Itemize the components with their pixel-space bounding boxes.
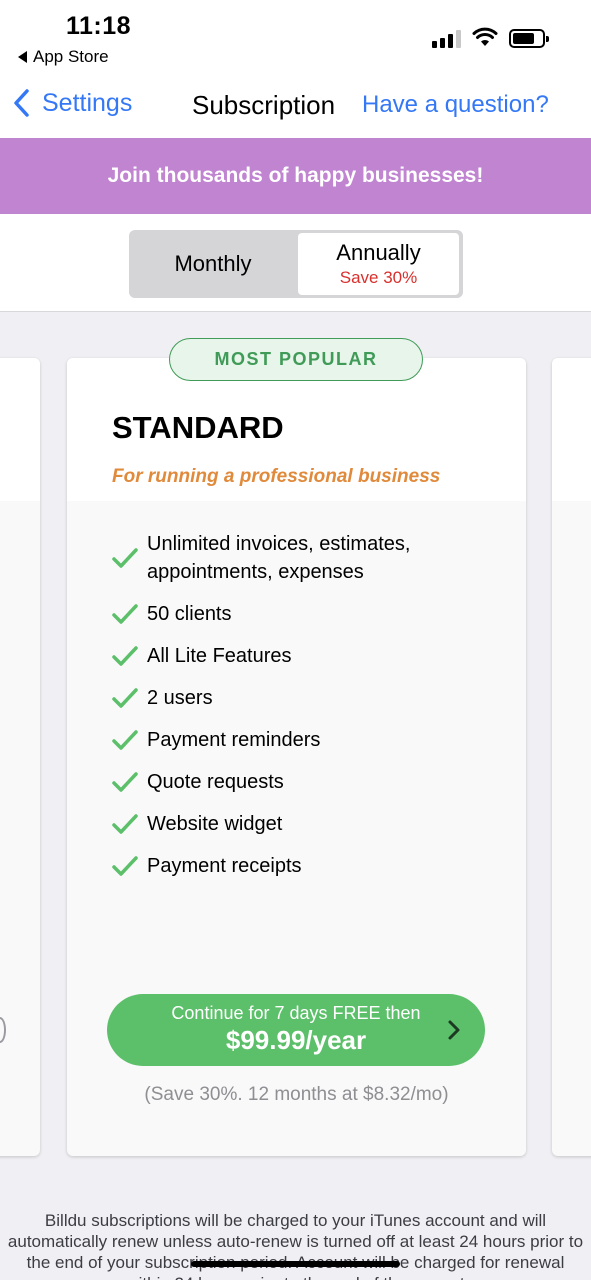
feature-item: All Lite Features: [112, 642, 502, 670]
checkmark-icon: [112, 730, 138, 750]
feature-item: Website widget: [112, 810, 502, 838]
standard-plan-card: STANDARD For running a professional busi…: [67, 358, 526, 1156]
feature-text: Payment reminders: [147, 729, 321, 751]
feature-text: Payment receipts: [147, 855, 302, 877]
annually-segment[interactable]: Annually Save 30%: [298, 233, 459, 295]
checkmark-icon: [112, 814, 138, 834]
banner-text: Join thousands of happy businesses!: [107, 164, 484, 187]
back-triangle-icon: [18, 51, 27, 63]
settings-back-button[interactable]: Settings: [12, 88, 132, 118]
page-title: Subscription: [192, 90, 336, 120]
promo-banner: Join thousands of happy businesses!: [0, 138, 591, 214]
monthly-segment[interactable]: Monthly: [129, 230, 297, 298]
cellular-signal-icon: [432, 30, 461, 48]
feature-item: Payment reminders: [112, 726, 502, 754]
feature-text: All Lite Features: [147, 645, 292, 667]
feature-text: Unlimited invoices, estimates, appointme…: [147, 533, 411, 583]
have-a-question-link[interactable]: Have a question?: [362, 91, 549, 119]
billing-period-area: Monthly Annually Save 30%: [0, 214, 591, 312]
plans-carousel[interactable]: STANDARD For running a professional busi…: [0, 312, 591, 1280]
annually-label: Annually: [336, 240, 421, 265]
chevron-left-icon: [14, 89, 29, 117]
feature-text: Website widget: [147, 813, 283, 835]
feature-item: 2 users: [112, 684, 502, 712]
checkmark-icon: [112, 772, 138, 792]
checkmark-icon: [112, 856, 138, 876]
battery-icon: [509, 29, 549, 48]
billing-period-toggle: Monthly Annually Save 30%: [129, 230, 463, 298]
checkmark-icon: [112, 548, 138, 568]
plan-tagline: For running a professional business: [112, 466, 441, 487]
wifi-icon: [472, 27, 498, 46]
chevron-right-icon: [448, 1020, 460, 1040]
back-label: Settings: [42, 88, 133, 117]
plan-name: STANDARD: [112, 410, 284, 445]
start-free-trial-button[interactable]: Continue for 7 days FREE then $99.99/yea…: [107, 994, 485, 1066]
cta-price-label: $99.99/year: [225, 1025, 367, 1055]
feature-text: 50 clients: [147, 603, 232, 625]
most-popular-badge: MOST POPULAR: [169, 338, 423, 381]
checkmark-icon: [112, 646, 138, 666]
annual-save-label: Save 30%: [339, 268, 418, 287]
subscription-legal-text: Billdu subscriptions will be charged to …: [7, 1211, 584, 1280]
feature-list: Unlimited invoices, estimates, appointme…: [112, 530, 502, 894]
feature-item: Payment receipts: [112, 852, 502, 880]
feature-item: Quote requests: [112, 768, 502, 796]
status-time: 11:18: [66, 12, 132, 40]
back-to-app-store[interactable]: App Store: [18, 47, 109, 67]
checkmark-icon: [112, 604, 138, 624]
back-app-label: App Store: [33, 47, 109, 66]
next-plan-card[interactable]: [552, 358, 591, 1156]
status-bar: 11:18 App Store: [0, 0, 591, 74]
previous-plan-card[interactable]: [0, 358, 40, 1156]
feature-item: Unlimited invoices, estimates, appointme…: [112, 530, 502, 586]
feature-text: 2 users: [147, 687, 213, 709]
monthly-label: Monthly: [174, 251, 252, 276]
feature-text: Quote requests: [147, 771, 284, 793]
cta-trial-label: Continue for 7 days FREE then: [171, 1003, 421, 1023]
price-note: (Save 30%. 12 months at $8.32/mo): [144, 1084, 449, 1105]
feature-item: 50 clients: [112, 600, 502, 628]
home-indicator[interactable]: [191, 1261, 400, 1267]
checkmark-icon: [112, 688, 138, 708]
navigation-bar: Settings Subscription Have a question?: [0, 74, 591, 138]
